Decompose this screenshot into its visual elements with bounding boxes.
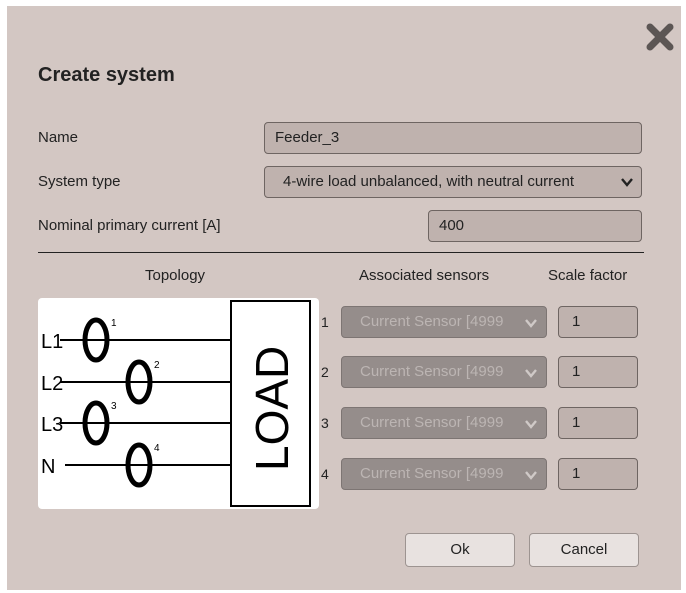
topology-header: Topology [145, 267, 206, 284]
cancel-button[interactable]: Cancel [529, 533, 639, 567]
chevron-down-icon [525, 369, 537, 378]
line-n-label: N [41, 456, 55, 478]
sensor-select-value: Current Sensor [4999 [360, 313, 504, 330]
name-input[interactable]: Feeder_3 [264, 122, 642, 154]
sensor-select-value: Current Sensor [4999 [360, 363, 504, 380]
system-type-value: 4-wire load unbalanced, with neutral cur… [283, 173, 574, 190]
chevron-down-icon [621, 178, 633, 187]
ct-number-2: 2 [154, 360, 160, 371]
sensor-select[interactable]: Current Sensor [4999 [341, 458, 547, 490]
chevron-down-icon [525, 420, 537, 429]
chevron-down-icon [525, 471, 537, 480]
row-number: 3 [321, 415, 329, 431]
sensor-select-value: Current Sensor [4999 [360, 465, 504, 482]
nominal-current-label: Nominal primary current [A] [38, 217, 221, 234]
scale-factor-input[interactable]: 1 [558, 306, 638, 338]
sensor-select-value: Current Sensor [4999 [360, 414, 504, 431]
chevron-down-icon [525, 319, 537, 328]
scale-factor-input[interactable]: 1 [558, 356, 638, 388]
scale-factor-input[interactable]: 1 [558, 458, 638, 490]
topology-diagram: L1 L2 L3 N 1 2 3 4 LOAD [38, 298, 319, 509]
ok-button[interactable]: Ok [405, 533, 515, 567]
divider [38, 252, 644, 253]
name-label: Name [38, 129, 79, 146]
row-number: 2 [321, 364, 329, 380]
associated-sensors-header: Associated sensors [359, 267, 490, 284]
ct-number-4: 4 [154, 443, 160, 454]
row-number: 4 [321, 466, 329, 482]
create-system-dialog: Create system Name Feeder_3 System type … [7, 6, 681, 590]
sensor-select[interactable]: Current Sensor [4999 [341, 306, 547, 338]
line-l1-label: L1 [41, 331, 63, 353]
ct-number-1: 1 [111, 318, 117, 329]
system-type-select[interactable]: 4-wire load unbalanced, with neutral cur… [264, 166, 642, 198]
row-number: 1 [321, 314, 329, 330]
nominal-current-input[interactable]: 400 [428, 210, 642, 242]
scale-factor-header: Scale factor [548, 267, 628, 284]
ct-number-3: 3 [111, 401, 117, 412]
close-icon[interactable] [645, 22, 675, 52]
load-label: LOAD [246, 346, 298, 471]
line-l3-label: L3 [41, 414, 63, 436]
sensor-select[interactable]: Current Sensor [4999 [341, 407, 547, 439]
scale-factor-input[interactable]: 1 [558, 407, 638, 439]
system-type-label: System type [38, 173, 121, 190]
sensor-select[interactable]: Current Sensor [4999 [341, 356, 547, 388]
line-l2-label: L2 [41, 373, 63, 395]
dialog-title: Create system [38, 64, 175, 86]
